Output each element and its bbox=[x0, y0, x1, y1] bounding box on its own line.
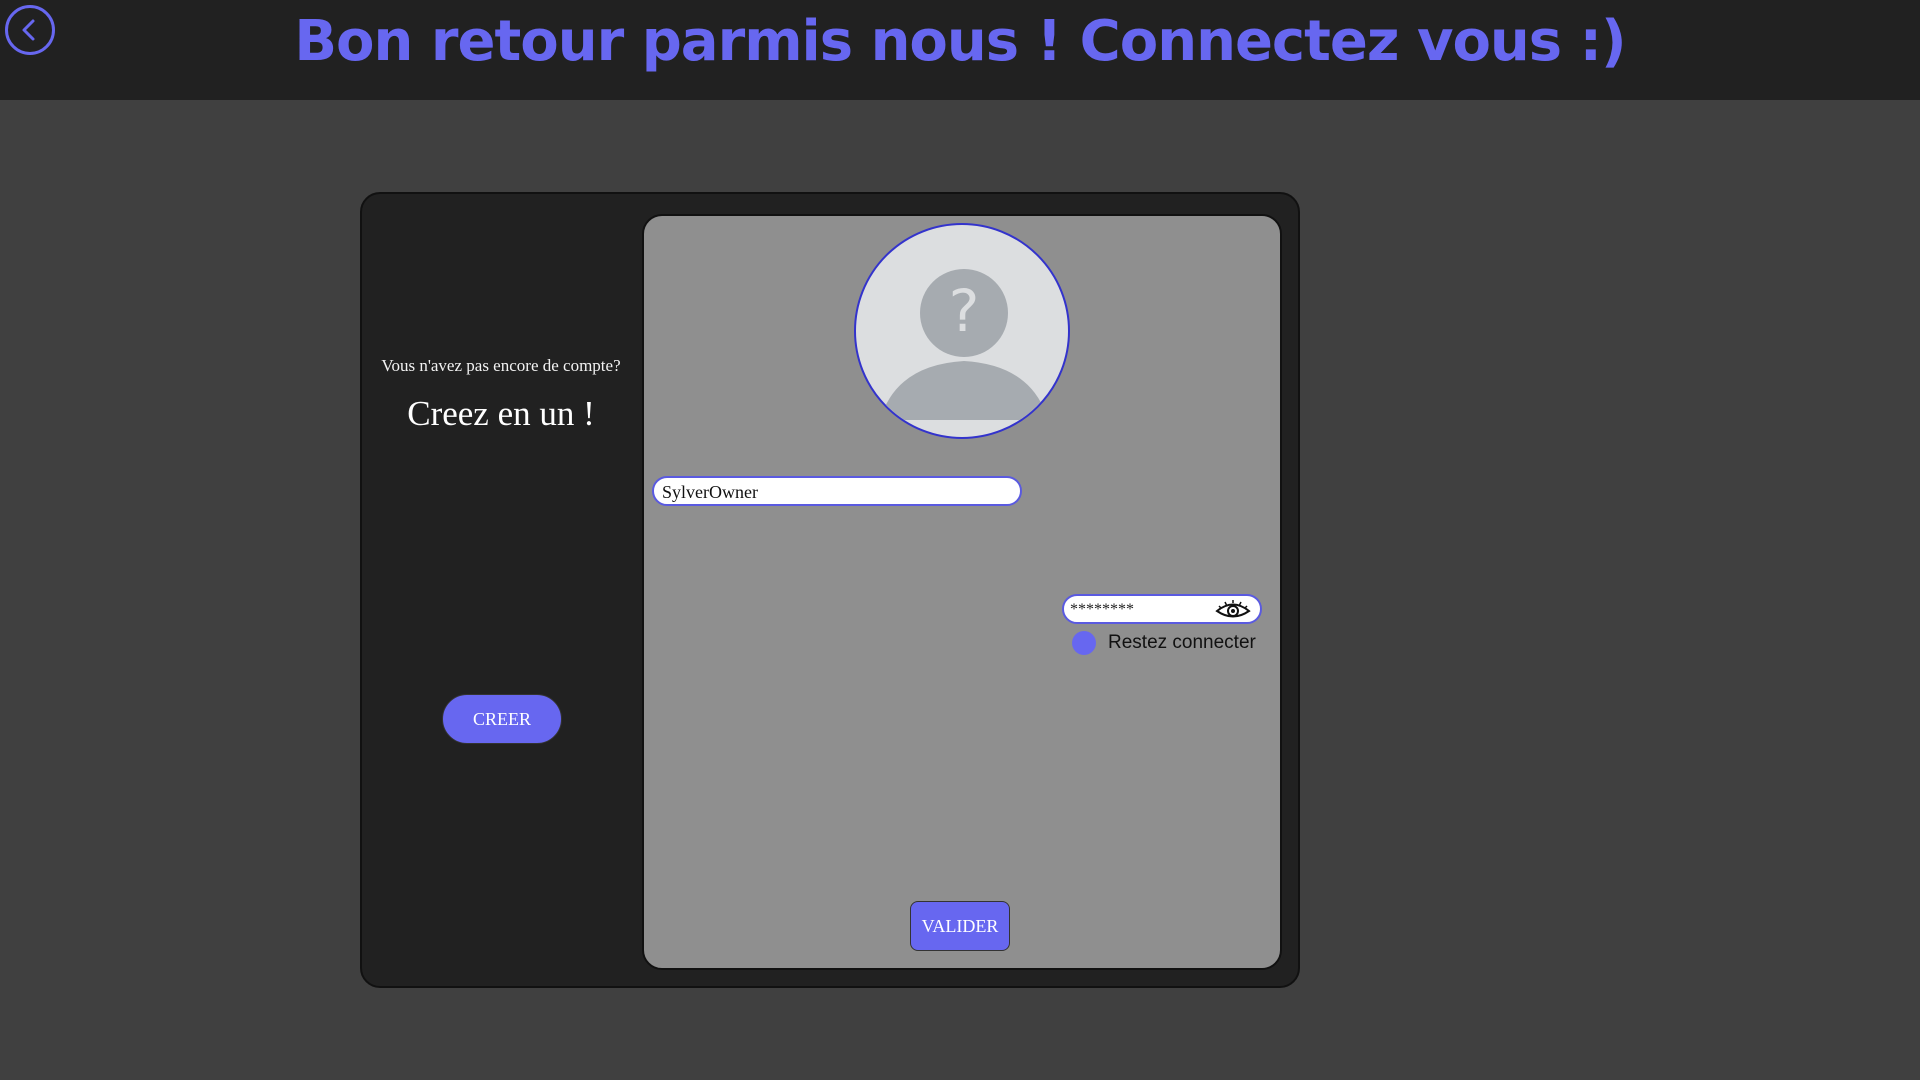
eye-icon[interactable] bbox=[1214, 599, 1252, 621]
no-account-text: Vous n'avez pas encore de compte? bbox=[381, 356, 621, 375]
remember-me-row: Restez connecter bbox=[1072, 631, 1256, 655]
create-account-heading: Creez en un ! bbox=[407, 394, 595, 433]
password-input[interactable] bbox=[1070, 598, 1210, 622]
login-form: ? Restez connecter VALIDER bbox=[642, 214, 1282, 970]
submit-button[interactable]: VALIDER bbox=[910, 901, 1010, 951]
username-input[interactable] bbox=[652, 476, 1022, 506]
question-mark-user-icon: ? bbox=[880, 269, 1048, 420]
page-title: Bon retour parmis nous ! Connectez vous … bbox=[294, 9, 1626, 74]
svg-text:?: ? bbox=[949, 277, 980, 345]
remember-me-toggle[interactable] bbox=[1072, 631, 1096, 655]
login-card: Vous n'avez pas encore de compte? Creez … bbox=[360, 192, 1300, 988]
avatar: ? bbox=[854, 223, 1070, 439]
header: Bon retour parmis nous ! Connectez vous … bbox=[0, 0, 1920, 100]
create-account-button[interactable]: CREER bbox=[442, 694, 562, 744]
password-field bbox=[1062, 594, 1262, 624]
remember-me-label: Restez connecter bbox=[1108, 632, 1256, 653]
signup-section: Vous n'avez pas encore de compte? Creez … bbox=[362, 194, 640, 986]
